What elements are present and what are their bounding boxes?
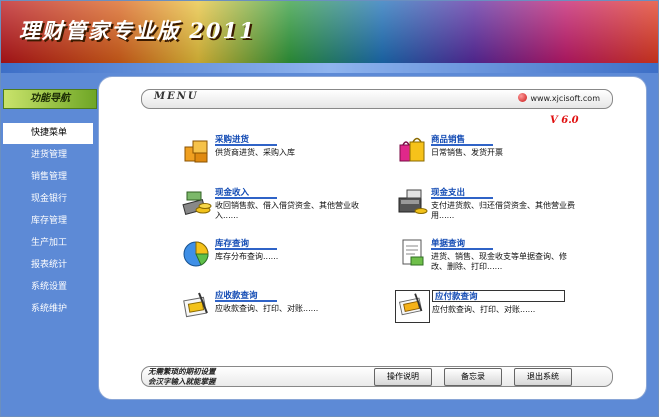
app-title: 理财管家专业版 2011 [19, 18, 256, 43]
company-logo-icon [518, 93, 528, 102]
module-cash-income[interactable]: 现金收入 收回销售款、借入借贷资金、其他营业收入...... [181, 186, 381, 231]
sidebar-item-production[interactable]: 生产加工 [3, 233, 93, 254]
module-desc: 日常销售、发货开票 [431, 148, 503, 157]
cash-expense-icon [398, 189, 428, 214]
inventory-chart-icon [183, 241, 209, 267]
module-desc: 支付进货款、归还借贷资金、其他营业费用...... [431, 201, 575, 220]
help-button[interactable]: 操作说明 [374, 368, 432, 386]
purchase-icon [184, 140, 208, 163]
banner-divider [1, 63, 658, 73]
module-underline [431, 144, 493, 146]
module-desc: 供货商进货、采购入库 [215, 148, 295, 157]
sidebar-item-reports[interactable]: 报表统计 [3, 255, 93, 276]
module-underline [215, 300, 277, 302]
footer-bar: 无需繁琐的期初设置 会汉字输入就能掌握 操作说明 备忘录 退出系统 [141, 366, 613, 387]
module-underline [215, 197, 277, 199]
module-sales[interactable]: 商品销售 日常销售、发货开票 [397, 133, 597, 178]
sidebar-item-quick-menu[interactable]: 快捷菜单 [3, 123, 93, 144]
app-window: 理财管家专业版 2011 功能导航 快捷菜单 进货管理 销售管理 现金银行 库存… [0, 0, 659, 417]
module-desc: 库存分布查询...... [215, 252, 279, 261]
payable-icon [398, 293, 423, 316]
module-payable-title[interactable]: 应付款查询 [432, 290, 565, 302]
sidebar-item-sales[interactable]: 销售管理 [3, 167, 93, 188]
footer-tip-line1: 无需繁琐的期初设置 [148, 367, 216, 376]
module-underline [215, 248, 277, 250]
receivable-icon [183, 292, 208, 318]
menu-label: MENU [154, 91, 199, 102]
cash-income-icon [182, 191, 212, 216]
main-panel: MENU www.xjcisoft.com V 6.0 采购进货 供货商进货、采… [98, 76, 647, 400]
module-underline [431, 197, 493, 199]
module-desc: 收回销售款、借入借贷资金、其他营业收入...... [215, 201, 359, 220]
website-text: www.xjcisoft.com [530, 94, 600, 103]
website-link[interactable]: www.xjcisoft.com [518, 93, 600, 103]
version-label: V 6.0 [550, 115, 579, 126]
footer-tip-line2: 会汉字输入就能掌握 [148, 376, 216, 386]
module-receivable[interactable]: 应收款查询 应收款查询、打印、对账...... [181, 289, 381, 334]
sidebar-item-purchase[interactable]: 进货管理 [3, 145, 93, 166]
module-cash-expense[interactable]: 现金支出 支付进货款、归还借贷资金、其他营业费用...... [397, 186, 597, 231]
exit-button[interactable]: 退出系统 [514, 368, 572, 386]
module-desc: 应收款查询、打印、对账...... [215, 304, 319, 313]
sidebar-title: 功能导航 [3, 89, 97, 109]
sales-icon [399, 137, 425, 162]
footer-tip: 无需繁琐的期初设置 会汉字输入就能掌握 [148, 367, 216, 386]
sidebar-item-cash-bank[interactable]: 现金银行 [3, 189, 93, 210]
document-query-icon [402, 239, 424, 266]
sidebar-item-inventory[interactable]: 库存管理 [3, 211, 93, 232]
memo-button[interactable]: 备忘录 [444, 368, 502, 386]
module-inventory[interactable]: 库存查询 库存分布查询...... [181, 237, 381, 282]
banner: 理财管家专业版 2011 [1, 1, 658, 63]
module-document-query[interactable]: 单据查询 进货、销售、现金收支等单据查询、修改、删除、打印...... [397, 237, 597, 282]
module-desc: 进货、销售、现金收支等单据查询、修改、删除、打印...... [431, 252, 567, 271]
module-purchase[interactable]: 采购进货 供货商进货、采购入库 [181, 133, 381, 178]
module-underline [215, 144, 277, 146]
module-underline [431, 248, 493, 250]
module-payable-desc: 应付款查询、打印、对账...... [432, 305, 536, 314]
sidebar-item-maintenance[interactable]: 系统维护 [3, 299, 93, 320]
sidebar-item-settings[interactable]: 系统设置 [3, 277, 93, 298]
menu-bar: MENU www.xjcisoft.com [141, 89, 613, 109]
module-payable-icon-frame[interactable] [395, 290, 430, 323]
